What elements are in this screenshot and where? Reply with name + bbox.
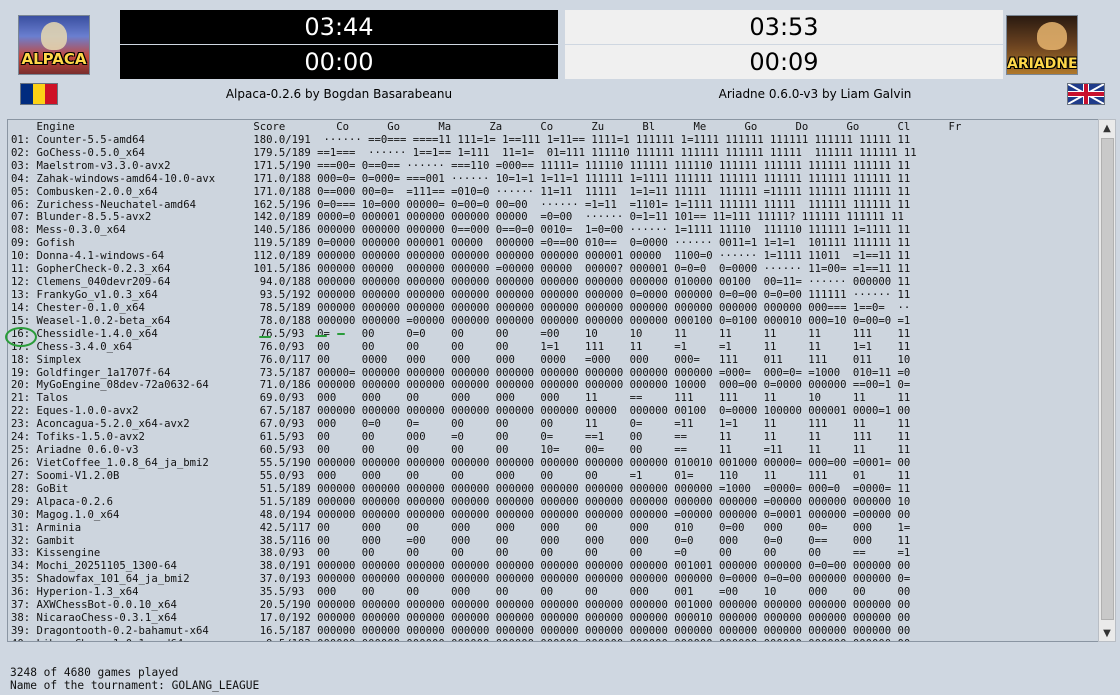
table-row: 33: Kissengine 38.0/93 00 00 00 00 00 00… xyxy=(11,547,911,560)
table-row: 34: Mochi_20251105_1300-64 38.0/191 0000… xyxy=(11,560,911,573)
crosstable-rows: 01: Counter-5.5-amd64 180.0/191 ······ =… xyxy=(11,133,917,641)
table-row: 09: Gofish 119.5/189 0=0000 000000 00000… xyxy=(11,237,911,250)
table-row: 31: Arminia 42.5/117 00 000 00 000 000 0… xyxy=(11,521,911,534)
table-row: 07: Blunder-8.5.5-avx2 142.0/189 0000=0 … xyxy=(11,211,904,224)
table-row: 22: Eques-1.0.0-avx2 67.5/187 000000 000… xyxy=(11,405,911,418)
table-row: 30: Magog.1.0_x64 48.0/194 000000 000000… xyxy=(11,508,911,521)
table-row: 19: Goldfinger_1a1707f-64 73.5/187 00000… xyxy=(11,366,911,379)
crosstable-text: Engine Score Co Go Ma Za Co Zu Bl Me Go … xyxy=(8,120,1099,641)
tournament-name-text: Name of the tournament: GOLANG_LEAGUE xyxy=(10,679,260,692)
table-row: 20: MyGoEngine_08dev-72a0632-64 71.0/186… xyxy=(11,379,911,392)
footer-status: 3248 of 4680 games played Name of the to… xyxy=(10,666,259,692)
arrow-up-icon[interactable]: ▲ xyxy=(1099,120,1115,136)
right-total-clock: 03:53 xyxy=(565,10,1003,44)
table-row: 37: AXWChessBot-0.0.10_x64 20.5/190 0000… xyxy=(11,599,911,612)
table-row: 29: Alpaca-0.2.6 51.5/189 000000 000000 … xyxy=(11,495,911,508)
right-engine-name: Ariadne 0.6.0-v3 by Liam Galvin xyxy=(718,87,912,101)
uk-flag-icon xyxy=(1067,83,1105,105)
right-player-panel: 03:53 00:09 ARIADNE Ariadne 0.6.0-v3 by … xyxy=(0,0,1120,105)
table-row: 15: Weasel-1.0.2-beta_x64 78.0/188 00000… xyxy=(11,314,911,327)
table-row: 01: Counter-5.5-amd64 180.0/191 ······ =… xyxy=(11,133,911,146)
scrollbar-thumb[interactable] xyxy=(1101,138,1114,620)
games-played-text: 3248 of 4680 games played xyxy=(10,666,179,679)
table-row: 04: Zahak-windows-amd64-10.0-avx 171.0/1… xyxy=(11,172,911,185)
table-row: 14: Chester-0.1.0_x64 78.5/189 000000 00… xyxy=(11,301,911,314)
arrow-down-icon[interactable]: ▼ xyxy=(1099,625,1115,641)
table-row: 05: Combusken-2.0.0_x64 171.0/188 0==000… xyxy=(11,185,911,198)
table-row: 32: Gambit 38.5/116 00 000 =00 000 00 00… xyxy=(11,534,911,547)
vertical-scrollbar[interactable]: ▲ ▼ xyxy=(1098,119,1116,642)
right-move-clock: 00:09 xyxy=(565,45,1003,79)
table-row: 23: Aconcagua-5.2.0_x64-avx2 67.0/93 000… xyxy=(11,418,911,431)
table-row: 16: Chessidle-1.4.0_x64 76.5/93 0= 00 0=… xyxy=(11,327,911,340)
table-row: 27: Soomi-V1.2.0B 55.0/93 000 000 00 00 … xyxy=(11,469,911,482)
table-row: 40: Libra-Chess-1.0.1-amd64 9.5/192 0000… xyxy=(11,638,910,641)
table-row: 26: VietCoffee_1.0.8_64_ja_bmi2 55.5/190… xyxy=(11,456,911,469)
table-row: 03: Maelstrom-v3.3.0-avx2 171.5/190 ===0… xyxy=(11,159,911,172)
ariadne-figure-icon xyxy=(1037,22,1067,50)
table-row: 10: Donna-4.1-windows-64 112.0/189 00000… xyxy=(11,250,911,263)
highlight-circle xyxy=(5,327,37,347)
table-row: 17: Chess-3.4.0_x64 76.0/93 00 00 00 00 … xyxy=(11,340,911,353)
table-row: 36: Hyperion-1.3_x64 35.5/93 000 00 00 0… xyxy=(11,586,911,599)
ariadne-logo-image: ARIADNE xyxy=(1006,15,1078,75)
table-row: 21: Talos 69.0/93 000 000 00 000 000 000… xyxy=(11,392,911,405)
table-row: 08: Mess-0.3.0_x64 140.5/186 000000 0000… xyxy=(11,224,911,237)
highlight-dash xyxy=(259,336,271,338)
table-row: 13: FrankyGo_v1.0.3_x64 93.5/192 000000 … xyxy=(11,288,911,301)
table-row: 18: Simplex 76.0/117 00 0000 000 000 000… xyxy=(11,353,911,366)
table-row: 06: Zurichess-Neuchatel-amd64 162.5/196 … xyxy=(11,198,911,211)
highlight-dash xyxy=(315,335,327,337)
crosstable-panel[interactable]: Engine Score Co Go Ma Za Co Zu Bl Me Go … xyxy=(7,119,1099,642)
table-row: 28: GoBit 51.5/189 000000 000000 000000 … xyxy=(11,482,911,495)
table-row: 11: GopherCheck-0.2.3_x64 101.5/186 0000… xyxy=(11,263,911,276)
table-row: 35: Shadowfax_101_64_ja_bmi2 37.0/193 00… xyxy=(11,573,911,586)
table-row: 12: Clemens_040devr209-64 94.0/188 00000… xyxy=(11,276,911,289)
crosstable-header: Engine Score Co Go Ma Za Co Zu Bl Me Go … xyxy=(11,121,962,133)
table-row: 24: Tofiks-1.5.0-avx2 61.5/93 00 00 000 … xyxy=(11,431,911,444)
highlight-dash xyxy=(337,333,345,335)
table-row: 25: Ariadne 0.6.0-v3 60.5/93 00 00 00 00… xyxy=(11,444,911,457)
ariadne-logo-text: ARIADNE xyxy=(1007,56,1078,72)
table-row: 02: GoChess-0.5.0_x64 179.5/189 ==1=== ·… xyxy=(11,146,917,159)
table-row: 39: Dragontooth-0.2-bahamut-x64 16.5/187… xyxy=(11,624,911,637)
table-row: 38: NicaraoChess-0.3.1_x64 17.0/192 0000… xyxy=(11,612,911,625)
flag-cross-vertical xyxy=(1084,84,1088,104)
